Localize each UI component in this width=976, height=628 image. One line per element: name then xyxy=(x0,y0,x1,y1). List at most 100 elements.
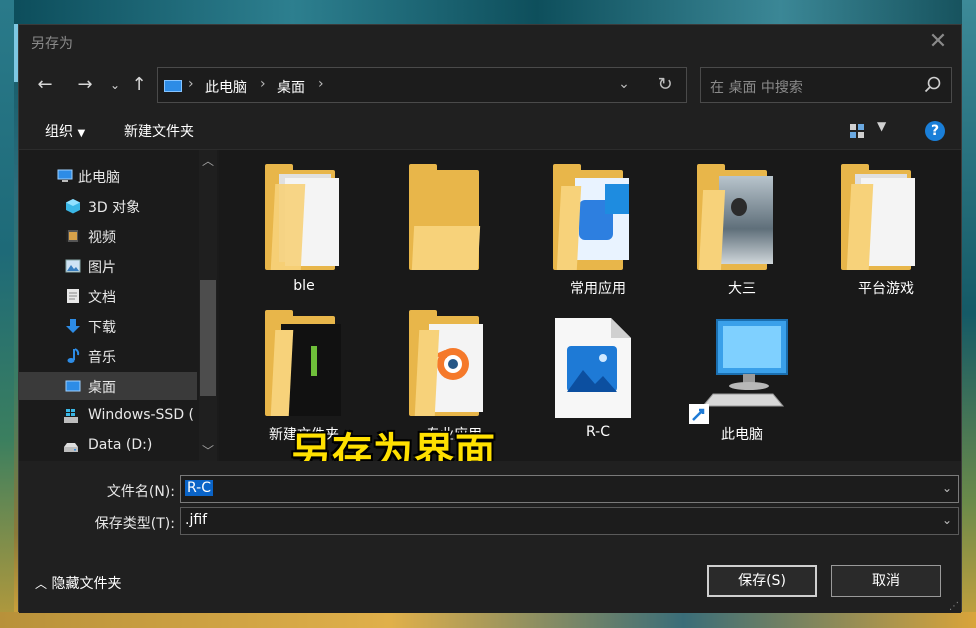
refresh-icon[interactable]: ↻ xyxy=(654,74,676,96)
organize-menu[interactable]: 组织 ▼ xyxy=(45,121,85,141)
folder-front xyxy=(846,184,874,270)
file-name: ble xyxy=(293,278,315,294)
file-name: 平台游戏 xyxy=(858,281,914,297)
chevron-right-icon[interactable]: › xyxy=(260,76,266,92)
save-button[interactable]: 保存(S) xyxy=(707,565,817,597)
sidebar-item-pictures[interactable]: 图片 xyxy=(19,252,197,280)
dark-preview xyxy=(311,346,317,376)
search-placeholder: 在 桌面 中搜索 xyxy=(710,80,803,96)
folder-front xyxy=(698,190,726,270)
desktop-wallpaper-bottom xyxy=(0,612,976,628)
filetype-value: .jfif xyxy=(185,512,208,528)
chevron-right-icon[interactable]: › xyxy=(318,76,324,92)
sidebar-item-music[interactable]: 音乐 xyxy=(19,342,197,370)
file-name: 此电脑 xyxy=(721,427,763,443)
search-icon[interactable] xyxy=(923,75,943,95)
document-icon xyxy=(67,289,79,303)
sidebar-item-videos[interactable]: 视频 xyxy=(19,222,197,250)
up-arrow-icon[interactable]: ↑ xyxy=(127,73,151,97)
sidebar-item-label: 音乐 xyxy=(88,350,116,366)
file-item[interactable]: 此电脑 xyxy=(667,316,797,456)
file-item[interactable]: R-C xyxy=(523,316,653,456)
music-note-icon xyxy=(67,348,80,363)
recent-locations-chevron-icon[interactable]: ⌄ xyxy=(103,73,127,97)
sidebar-item-label: Data (D:) xyxy=(88,437,153,453)
folder-icon xyxy=(553,164,633,274)
navigation-pane: 此电脑 3D 对象 视频 图片 文档 下载 音乐 桌面 Windows-SSD … xyxy=(19,150,219,462)
file-item[interactable]: 常用应用 xyxy=(523,164,653,310)
sidebar-item-label: Windows-SSD ( xyxy=(88,407,195,423)
file-item[interactable]: ble xyxy=(235,164,365,310)
organize-label: 组织 xyxy=(45,124,73,140)
sidebar-item-desktop[interactable]: 桌面 xyxy=(19,372,197,400)
photo-preview xyxy=(719,176,773,264)
folder-icon xyxy=(265,310,345,420)
folder-tab xyxy=(265,310,293,320)
sidebar-item-label: 3D 对象 xyxy=(88,200,141,216)
chevron-right-icon[interactable]: › xyxy=(188,76,194,92)
hide-folders-label: 隐藏文件夹 xyxy=(51,576,122,592)
computer-icon xyxy=(689,316,788,424)
file-name: R-C xyxy=(586,424,610,440)
navigation-bar: ← → ⌄ ↑ › 此电脑 › 桌面 › ⌄ ↻ 在 桌面 中搜索 xyxy=(19,65,961,105)
filetype-label: 保存类型(T): xyxy=(94,516,175,532)
file-name: 大三 xyxy=(728,281,756,297)
file-item[interactable]: 大三 xyxy=(667,164,797,310)
sidebar-item-label: 文档 xyxy=(88,290,116,306)
file-item[interactable] xyxy=(379,164,509,310)
folder-tab xyxy=(697,164,725,174)
resize-grip-icon[interactable]: ⋰ xyxy=(949,601,959,612)
cube-icon xyxy=(66,199,80,214)
close-button[interactable]: ✕ xyxy=(921,29,955,55)
file-item[interactable]: 平台游戏 xyxy=(811,164,941,310)
sidebar-item-label: 视频 xyxy=(88,230,116,246)
chevron-up-icon[interactable]: ︿ xyxy=(199,152,217,168)
chevron-down-icon[interactable]: ⌄ xyxy=(614,76,634,94)
folder-icon xyxy=(409,310,489,420)
folder-tab xyxy=(841,164,869,174)
back-arrow-icon[interactable]: ← xyxy=(33,73,57,97)
sidebar-item-this-pc[interactable]: 此电脑 xyxy=(19,162,197,190)
sidebar-item-documents[interactable]: 文档 xyxy=(19,282,197,310)
view-options-icon[interactable] xyxy=(849,123,865,139)
sidebar-item-label: 下载 xyxy=(88,320,116,336)
picture-icon xyxy=(65,259,81,273)
download-arrow-icon xyxy=(66,319,80,333)
desktop-wallpaper-right xyxy=(962,0,976,628)
file-list: ble 常用应用 大三 平台游戏 新建文件夹 专业应用 R-C 此电脑 xyxy=(219,150,961,462)
sidebar-item-downloads[interactable]: 下载 xyxy=(19,312,197,340)
chevron-down-icon[interactable]: ⌄ xyxy=(942,513,952,527)
filename-field[interactable]: R-C ⌄ xyxy=(180,475,959,503)
filename-label: 文件名(N): xyxy=(106,484,175,500)
desktop-wallpaper-left xyxy=(0,0,14,628)
chevron-down-icon[interactable]: ﹀ xyxy=(199,442,217,458)
folder-tab xyxy=(409,164,437,174)
address-bar[interactable]: › 此电脑 › 桌面 › ⌄ ↻ xyxy=(157,67,687,103)
filetype-select[interactable]: .jfif ⌄ xyxy=(180,507,959,535)
search-input[interactable]: 在 桌面 中搜索 xyxy=(700,67,952,103)
folder-icon xyxy=(409,164,489,274)
cancel-button[interactable]: 取消 xyxy=(831,565,941,597)
forward-arrow-icon[interactable]: → xyxy=(73,73,97,97)
breadcrumb-this-pc[interactable]: 此电脑 xyxy=(205,77,247,97)
windows-drive-icon xyxy=(64,409,78,423)
hide-folders-toggle[interactable]: ︿ 隐藏文件夹 xyxy=(35,573,121,593)
sidebar-scrollbar-thumb[interactable] xyxy=(200,280,216,396)
file-name: 常用应用 xyxy=(570,281,626,297)
sidebar-item-3d-objects[interactable]: 3D 对象 xyxy=(19,192,197,220)
folder-front xyxy=(270,184,306,270)
help-icon[interactable]: ? xyxy=(925,121,945,141)
computer-icon xyxy=(689,319,788,424)
new-folder-button[interactable]: 新建文件夹 xyxy=(124,121,194,141)
breadcrumb-desktop[interactable]: 桌面 xyxy=(277,77,305,97)
folder-icon xyxy=(841,164,921,274)
filename-value[interactable]: R-C xyxy=(185,480,213,496)
caret-down-icon[interactable]: ▼ xyxy=(877,119,886,133)
folder-tab xyxy=(553,164,581,174)
sidebar-item-windows-ssd[interactable]: Windows-SSD ( xyxy=(19,402,197,430)
title-bar: 另存为 ✕ xyxy=(19,25,961,59)
sidebar-item-data-d[interactable]: Data (D:) xyxy=(19,432,197,460)
pc-icon xyxy=(164,80,182,92)
chevron-down-icon[interactable]: ⌄ xyxy=(942,481,952,495)
folder-icon xyxy=(265,164,345,274)
